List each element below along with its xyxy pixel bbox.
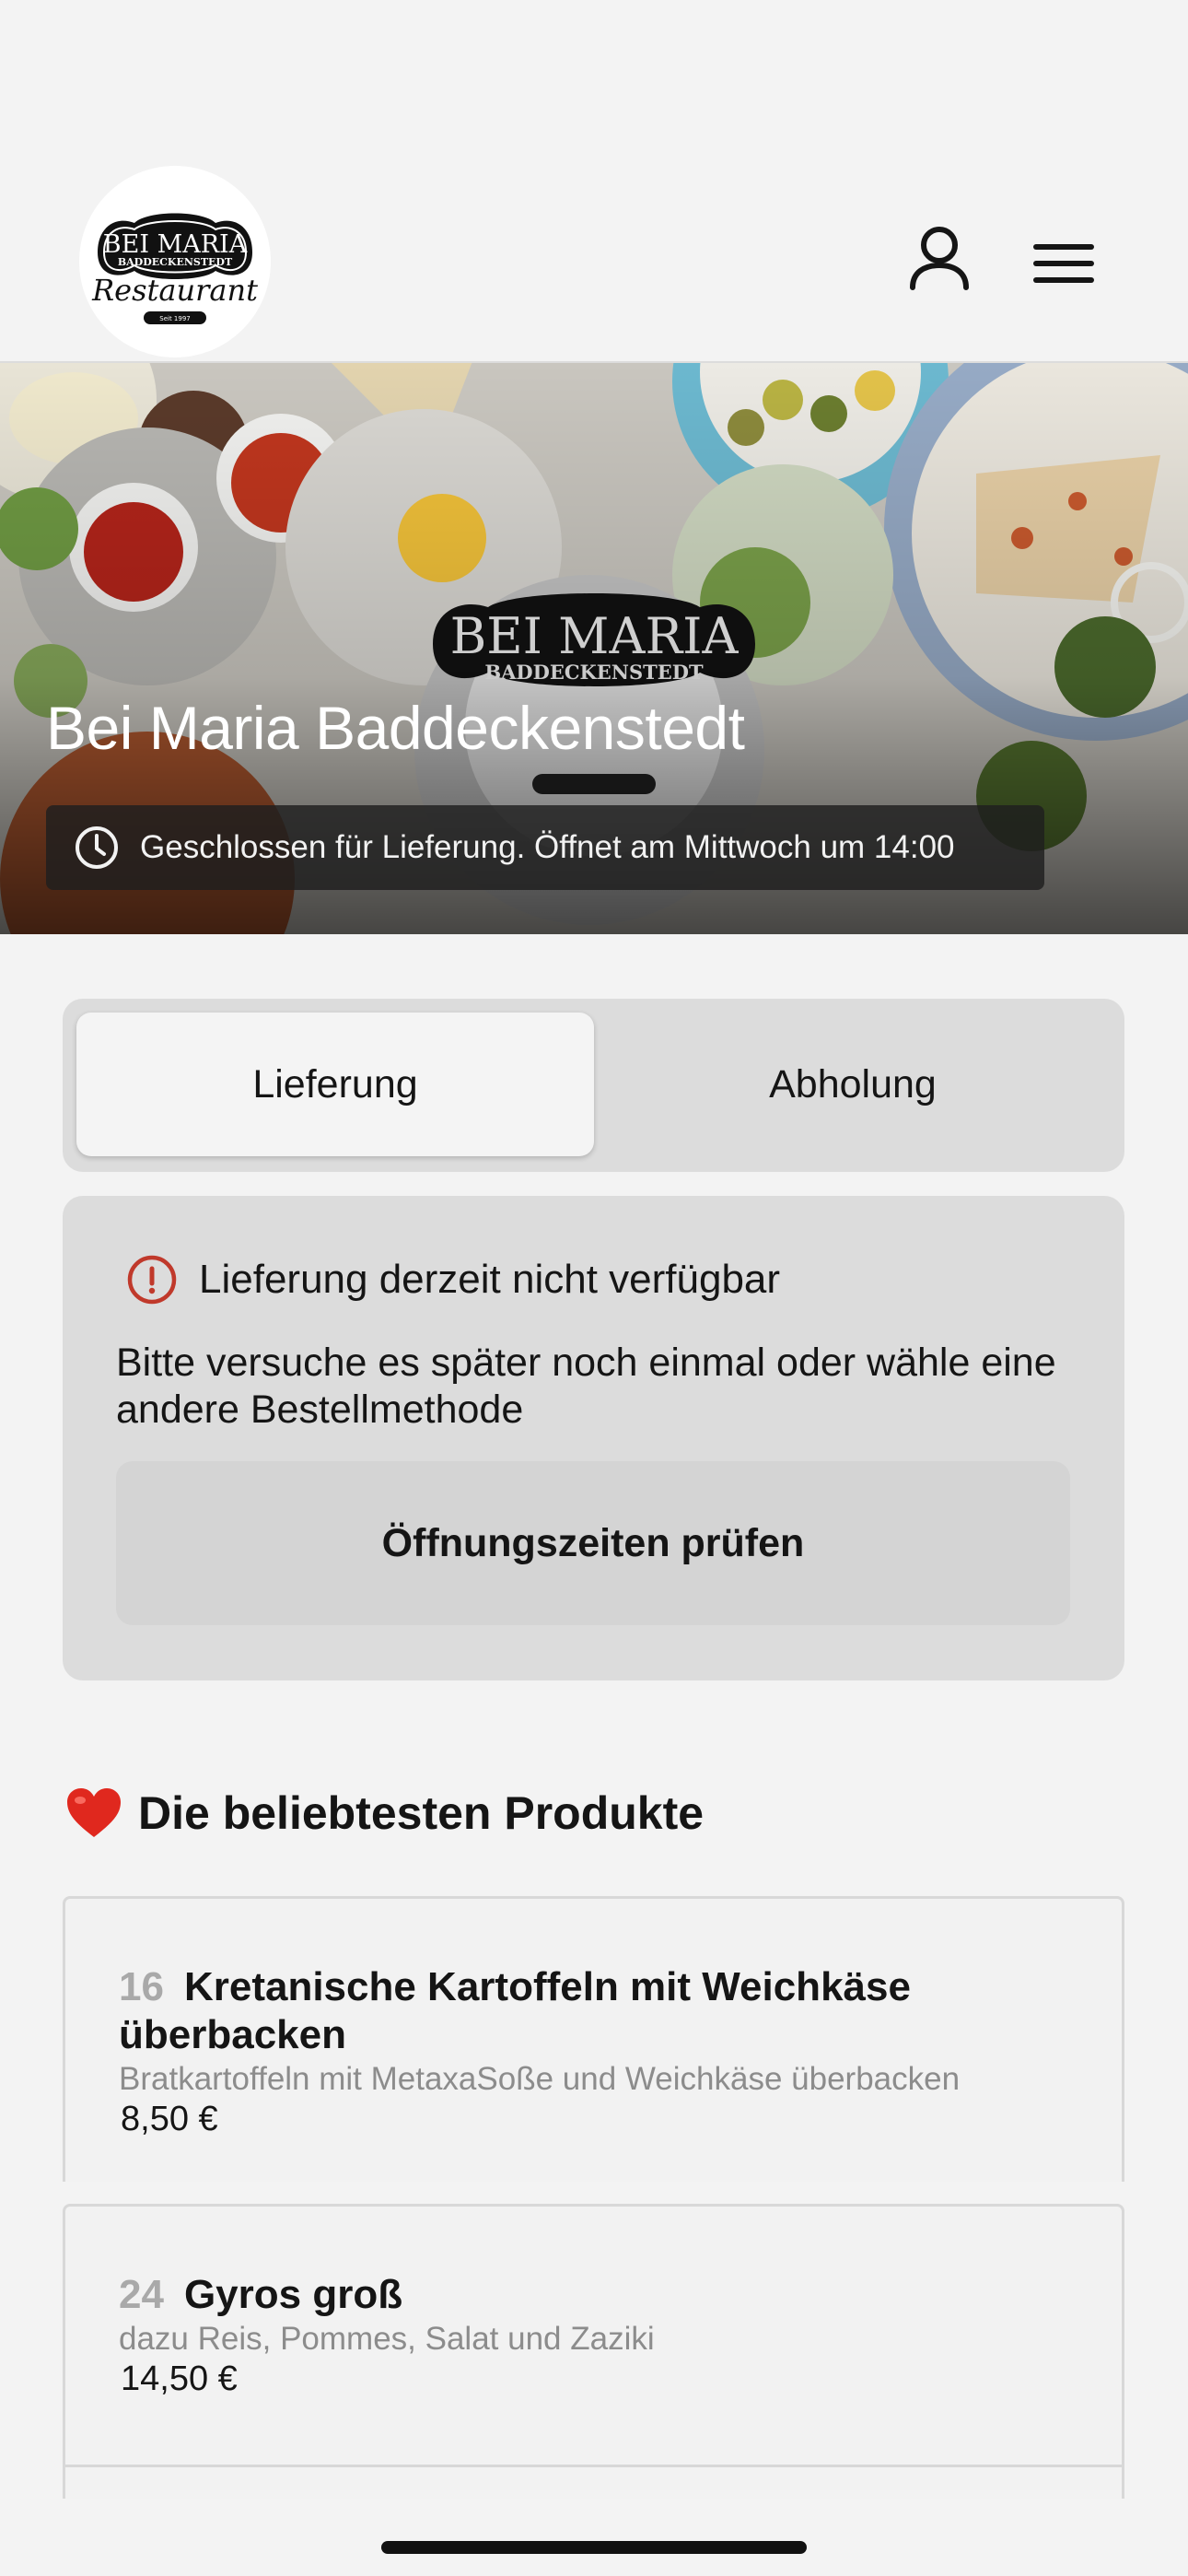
user-icon[interactable] [903,221,976,295]
logo-subtitle: BADDECKENSTEDT [118,256,233,268]
product-number: 16 [119,1964,164,2009]
delivery-unavailable-notice: Lieferung derzeit nicht verfügbar Bitte … [63,1196,1124,1680]
notice-message: Bitte versuche es später noch einmal ode… [116,1341,1056,1432]
check-opening-hours-button[interactable]: Öffnungszeiten prüfen [116,1461,1070,1625]
opening-status-text: Geschlossen für Lieferung. Öffnet am Mit… [140,829,955,865]
notice-header: Lieferung derzeit nicht verfügbar [125,1253,780,1306]
home-indicator[interactable] [381,2541,807,2554]
product-title: 16 Kretanische Kartoffeln mit Weichkäse ü… [119,1963,1077,2059]
notice-title: Lieferung derzeit nicht verfügbar [199,1257,781,1302]
popular-products-title: Die beliebtesten Produkte [138,1787,705,1839]
product-card[interactable]: 24 Gyros groß dazu Reis, Pommes, Salat un… [63,2204,1124,2499]
product-number: 24 [119,2272,164,2317]
clock-icon [74,825,120,871]
logo-script: Restaurant [91,273,258,308]
restaurant-name: Bei Maria Baddeckenstedt [46,694,745,762]
order-mode-toggle: Lieferung Abholung [63,999,1124,1172]
product-price: 14,50 € [121,2359,238,2398]
product-card[interactable]: 16 Kretanische Kartoffeln mit Weichkäse ü… [63,1896,1124,2182]
product-title: 24 Gyros groß [119,2271,1077,2319]
tab-lieferung[interactable]: Lieferung [76,1013,594,1156]
heart-icon [67,1788,121,1837]
info-icon [125,1253,179,1306]
logo-name: BEI MARIA [103,230,248,259]
logo-since: Seit 1997 [159,315,190,322]
product-name: Kretanische Kartoffeln mit Weichkäse übe… [119,1964,911,2057]
restaurant-logo[interactable]: BEI MARIA BADDECKENSTEDT Restaurant Seit… [79,166,271,357]
product-price: 8,50 € [121,2100,218,2138]
product-description: dazu Reis, Pommes, Salat und Zaziki [119,2321,655,2357]
product-description: Bratkartoffeln mit MetaxaSoße und Weichk… [119,2061,961,2097]
page: BEI MARIA BADDECKENSTEDT Restaurant Seit… [0,0,1188,2576]
card-divider [63,2465,1124,2467]
product-name: Gyros groß [183,2272,403,2317]
hamburger-menu-icon[interactable] [1026,230,1101,297]
top-header: BEI MARIA BADDECKENSTEDT Restaurant Seit… [0,0,1188,363]
opening-status-badge: Geschlossen für Lieferung. Öffnet am Mit… [46,805,1044,890]
tab-abholung[interactable]: Abholung [594,1013,1112,1156]
popular-products-heading: Die beliebtesten Produkte [64,1786,704,1841]
